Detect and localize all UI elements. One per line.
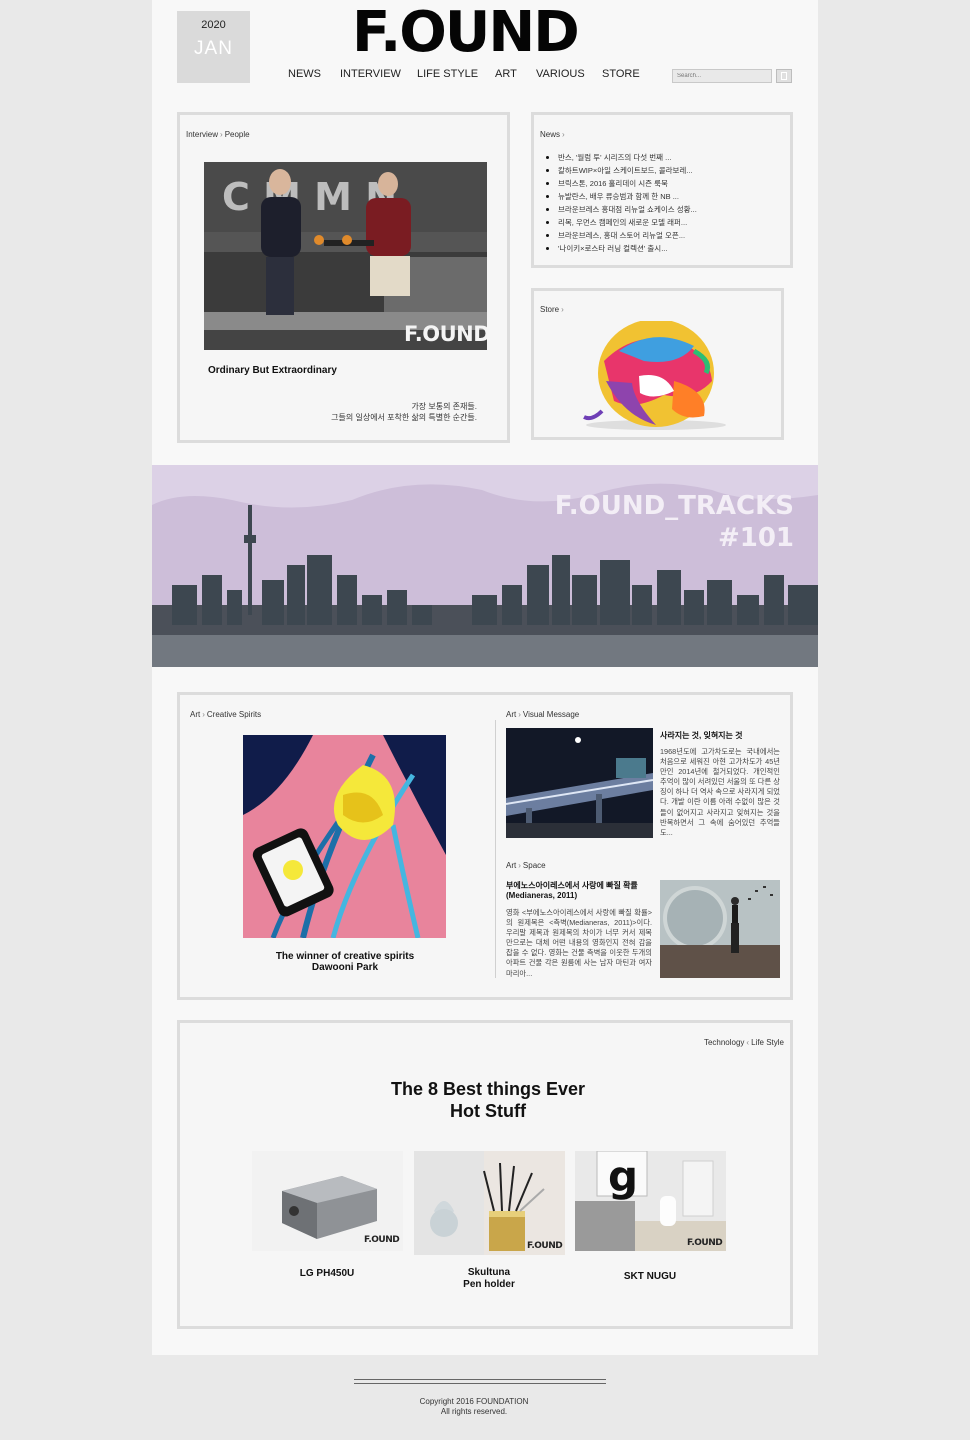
page-container: 2020 JAN F.OUND NEWS INTERVIEW LIFE STYL… [152,0,818,1355]
news-section-link[interactable]: News [540,130,560,139]
interview-photo[interactable]: C M M N F.OUND [204,162,487,350]
interview-description: 가장 보통의 존재들. 그들의 일상에서 포착한 삶의 특별한 순간들. [331,401,477,423]
footer: Copyright 2016 FOUNDATION All rights res… [354,1397,594,1417]
tracks-banner[interactable]: F.OUND_TRACKS #101 [152,465,818,667]
news-item[interactable]: 브라운브레스 홍대점 리뉴얼 쇼케이스 성황... [544,203,774,216]
store-product-image[interactable] [544,321,776,433]
interview-desc-line-1: 가장 보통의 존재들. [411,402,477,411]
art-caption[interactable]: The winner of creative spirits Dawooni P… [240,951,450,973]
space-breadcrumb: Art › Space [506,861,546,870]
news-breadcrumb: News › [540,130,567,139]
visual-title[interactable]: 사라지는 것, 잊혀지는 것 [660,731,785,741]
store-section-link[interactable]: Store [540,305,559,314]
product-name-skultuna-line-1: Skultuna [467,1267,511,1278]
art-breadcrumb: Art › Creative Spirits [190,710,261,719]
news-item[interactable]: 리복, 우먼스 캠페인의 새로운 모델 래퍼... [544,216,774,229]
visual-text: 1968년도에 고가차도로는 국내에서는 처음으로 세워진 아현 고가차도가 4… [660,747,780,837]
chevron-right-icon: › [202,710,205,719]
product-watermark: F.OUND [527,1241,563,1251]
art-sub-link[interactable]: Creative Spirits [207,710,261,719]
news-item[interactable]: 브릭스톤, 2016 홀리데이 시즌 룩북 [544,177,774,190]
date-year: 2020 [201,19,226,31]
news-card: News › 반스, '월럼 투' 시리즈의 다섯 번째 ... 칼하트WIP×아… [531,112,793,268]
interview-card[interactable]: Interview › People C M M N F.OUND Ordina… [177,112,510,443]
news-item[interactable]: 칼하트WIP×아일 스케이트보드, 콜라보레... [544,164,774,177]
search-icon [781,72,787,80]
hot-title-line-1: The 8 Best things Ever [390,1079,586,1099]
product-card-lg[interactable]: F.OUND [252,1151,403,1251]
product-watermark: F.OUND [364,1235,400,1245]
date-month: JAN [194,38,233,59]
news-item[interactable]: 브라운브레스, 홍대 스토어 리뉴얼 오픈... [544,229,774,242]
space-title-line-2: (Medianeras, 2011) [506,891,578,900]
chevron-right-icon: › [562,130,565,139]
footer-divider [354,1379,606,1380]
art-caption-line-2: Dawooni Park [311,962,379,973]
search-input[interactable] [672,69,772,83]
nav-store[interactable]: STORE [602,68,640,80]
column-divider [495,720,496,978]
banner-issue-number: #101 [717,523,794,553]
visual-message-photo[interactable] [506,728,653,838]
life-style-link[interactable]: Life Style [751,1038,784,1047]
svg-text:g: g [608,1152,638,1201]
space-photo[interactable] [660,880,780,978]
space-text: 영화 <부에노스아이레스에서 사랑에 빠질 확률>의 원제목은 <측벽(Medi… [506,908,652,978]
date-badge: 2020 JAN [177,11,250,83]
chevron-right-icon: › [561,305,564,314]
space-title[interactable]: 부에노스아이레스에서 사랑에 빠질 확률 (Medianeras, 2011) [506,881,654,901]
store-card[interactable]: Store › [531,288,784,440]
product-name-nugu[interactable]: SKT NUGU [575,1271,725,1283]
art-section: Art › Creative Spirits The winner of creat… [177,692,793,1000]
product-card-nugu[interactable]: g F.OUND [575,1150,726,1251]
banner-title: F.OUND_TRACKS [554,491,794,521]
hot-stuff-section: Technology ‹ Life Style The 8 Best things … [177,1020,793,1329]
search-button[interactable] [776,69,792,83]
news-item[interactable]: 반스, '월럼 투' 시리즈의 다섯 번째 ... [544,151,774,164]
nav-interview[interactable]: INTERVIEW [340,68,401,80]
chevron-left-icon: ‹ [746,1038,750,1047]
art-caption-line-1: The winner of creative spirits [275,951,415,962]
space-title-line-1: 부에노스아이레스에서 사랑에 빠질 확률 [506,881,638,890]
nav-art[interactable]: ART [495,68,517,80]
interview-desc-line-2: 그들의 일상에서 포착한 삶의 특별한 순간들. [331,413,477,422]
news-item[interactable]: '나이키×로스타 러닝 컬렉션' 출시... [544,242,774,255]
photo-watermark: F.OUND [404,322,487,346]
art-section-link[interactable]: Art [190,710,200,719]
visual-section-link[interactable]: Art [506,710,516,719]
chevron-right-icon: › [518,861,521,870]
breadcrumb: Interview › People [186,130,250,139]
product-card-skultuna[interactable]: F.OUND [414,1151,565,1255]
copyright-text: Copyright 2016 FOUNDATION [419,1397,529,1406]
space-section-link[interactable]: Art [506,861,516,870]
interview-title[interactable]: Ordinary But Extraordinary [208,365,337,376]
product-name-skultuna[interactable]: Skultuna Pen holder [414,1267,564,1291]
product-name-lg[interactable]: LG PH450U [252,1268,402,1280]
hot-title-line-2: Hot Stuff [450,1101,526,1121]
space-sub-link[interactable]: Space [523,861,546,870]
breadcrumb-sub[interactable]: People [225,130,250,139]
news-item[interactable]: 뉴발란스, 배우 류승범과 함께 한 NB ... [544,190,774,203]
technology-link[interactable]: Technology [704,1038,744,1047]
product-watermark: F.OUND [687,1238,723,1248]
site-logo[interactable]: F.OUND [352,2,602,64]
breadcrumb-section[interactable]: Interview [186,130,218,139]
store-breadcrumb: Store › [540,305,566,314]
nav-various[interactable]: VARIOUS [536,68,585,80]
chevron-right-icon: › [220,130,223,139]
hot-breadcrumb: Technology ‹ Life Style [704,1038,784,1047]
visual-breadcrumb: Art › Visual Message [506,710,579,719]
footer-divider [354,1383,606,1384]
nav-news[interactable]: NEWS [288,68,321,80]
chevron-right-icon: › [518,710,521,719]
news-list: 반스, '월럼 투' 시리즈의 다섯 번째 ... 칼하트WIP×아일 스케이트… [544,151,774,255]
visual-sub-link[interactable]: Visual Message [523,710,579,719]
art-illustration[interactable] [243,735,446,938]
nav-life-style[interactable]: LIFE STYLE [417,68,478,80]
rights-text: All rights reserved. [440,1407,508,1416]
product-name-skultuna-line-2: Pen holder [463,1279,515,1290]
